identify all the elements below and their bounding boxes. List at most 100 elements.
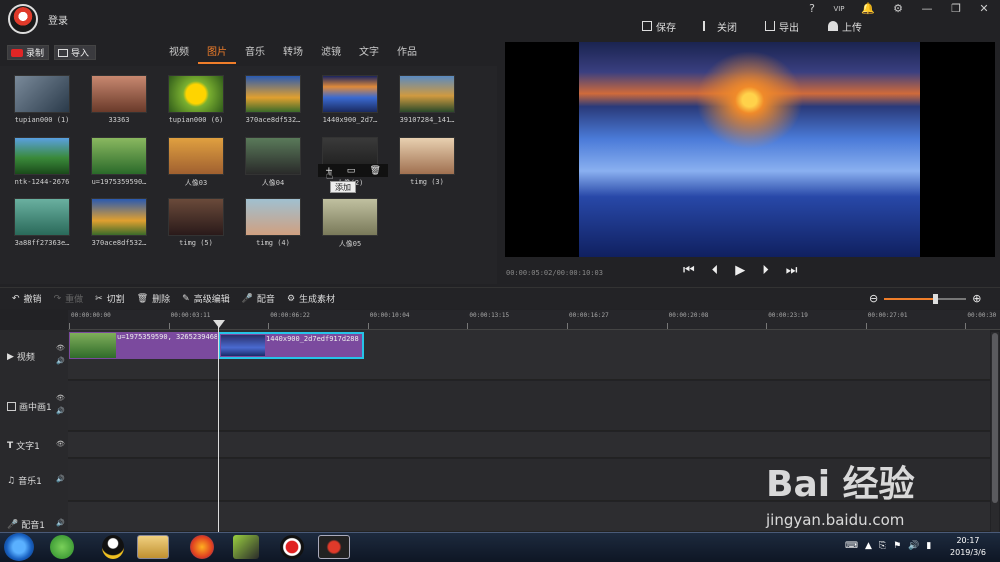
media-thumbnail[interactable]: timg (3)	[392, 137, 462, 187]
track-label-pip: 画中画1	[7, 400, 52, 413]
vip-icon[interactable]: VIP	[830, 2, 848, 16]
volume-icon[interactable]: 🔊	[908, 541, 919, 551]
eye-icon[interactable]: 👁	[56, 440, 65, 448]
step-back-icon[interactable]: ⏴	[712, 263, 719, 278]
zoom-slider-handle[interactable]	[933, 293, 939, 304]
record-button[interactable]: 录制	[7, 45, 49, 60]
media-thumbnail[interactable]: u=1975359590…	[84, 137, 154, 187]
media-thumbnail[interactable]: 人像03	[161, 137, 231, 187]
microphone-icon: 🎤	[241, 293, 253, 304]
tab-text[interactable]: 文字	[350, 44, 388, 64]
thumbnail-caption: 1440x900_2d7…	[322, 116, 378, 124]
media-thumbnail[interactable]: tupian000 (1)	[7, 75, 77, 125]
speaker-icon[interactable]: 🔊	[56, 475, 65, 483]
keyboard-icon[interactable]: ⌨	[845, 541, 858, 551]
music-track-icon: ♫	[7, 475, 16, 486]
zoom-slider[interactable]	[884, 293, 967, 304]
tab-filters[interactable]: 滤镜	[312, 44, 350, 64]
eye-icon[interactable]: 👁	[56, 344, 65, 352]
media-thumbnail[interactable]: 370ace8df532…	[238, 75, 308, 125]
gear-icon[interactable]: ⚙	[889, 2, 907, 16]
timeline-ruler[interactable]: 00:00:00:00 00:00:03:11 00:00:06:22 00:00:1…	[68, 310, 1000, 330]
playhead-handle[interactable]	[213, 320, 225, 328]
speaker-icon[interactable]: 🔊	[56, 357, 65, 365]
media-thumbnail[interactable]: 33363	[84, 75, 154, 125]
thumbnail-caption: 370ace8df532…	[245, 116, 301, 124]
maximize-icon[interactable]: ❐	[947, 2, 965, 16]
flag-icon[interactable]: ⚑	[893, 541, 901, 551]
thumbnail-image	[168, 198, 224, 236]
import-button[interactable]: 导入	[54, 45, 96, 60]
skip-start-icon[interactable]: ⏮	[683, 263, 695, 278]
timeline-clip[interactable]: u=1975359590, 3265239468	[69, 332, 218, 359]
speaker-icon[interactable]: 🔊	[56, 519, 65, 527]
video-app-icon[interactable]	[233, 535, 259, 559]
zoom-in-icon[interactable]: ⊕	[972, 292, 981, 305]
media-thumbnail[interactable]: 39107284_141…	[392, 75, 462, 125]
save-button[interactable]: 保存	[642, 18, 676, 34]
ruler-label: 00:00:03:11	[170, 312, 211, 319]
export-button[interactable]: 导出	[765, 18, 799, 34]
advanced-edit-button[interactable]: ✎ 高级编辑	[182, 292, 230, 306]
bell-icon[interactable]: 🔔	[859, 2, 877, 16]
thumbnail-image	[91, 137, 147, 175]
timeline-clip-selected[interactable]: 1440x900_2d7edf917d288	[218, 332, 364, 359]
trash-icon[interactable]: 🗑	[369, 166, 380, 176]
voiceover-button[interactable]: 🎤 配音	[241, 292, 275, 306]
thumbnail-caption: timg (4)	[256, 239, 290, 247]
media-thumbnail[interactable]: timg (4)	[238, 198, 308, 248]
video-editor-taskbar-icon[interactable]	[318, 535, 350, 559]
tab-works[interactable]: 作品	[388, 44, 426, 64]
trash-icon: 🗑	[136, 293, 149, 304]
media-thumbnail[interactable]: ntk-1244-2676	[7, 137, 77, 187]
close-project-button[interactable]: 关闭	[703, 18, 737, 34]
media-thumbnail[interactable]: 人像04	[238, 137, 308, 187]
playhead[interactable]	[218, 322, 219, 532]
qq-icon[interactable]	[102, 535, 124, 559]
edit-toolbar: ↶ 撤销 ↷ 重做 ✂ 切割 🗑 删除 ✎ 高级编辑 🎤 配音 ⚙ 生成素材	[0, 287, 1000, 309]
recorder-icon[interactable]	[280, 535, 304, 559]
upload-button[interactable]: 上传	[828, 18, 862, 34]
thumbnail-image	[14, 75, 70, 113]
minimize-icon[interactable]: —	[918, 2, 936, 16]
skip-end-icon[interactable]: ⏭	[786, 263, 798, 278]
clip-thumbnail	[221, 335, 265, 356]
redo-button[interactable]: ↷ 重做	[54, 292, 84, 306]
media-thumbnail[interactable]: 人像05	[315, 198, 385, 248]
browser-360-icon[interactable]	[50, 535, 74, 559]
media-thumbnail[interactable]: 1440x900_2d7…	[315, 75, 385, 125]
thumbnail-caption: 人像05	[338, 240, 362, 248]
login-link[interactable]: 登录	[48, 12, 68, 27]
preview-icon[interactable]: ▭	[347, 166, 356, 176]
zoom-slider-fill	[884, 297, 936, 300]
tray-expand-icon[interactable]: ▲	[865, 541, 872, 551]
taskbar-clock[interactable]: 20:17 2019/3/6	[938, 535, 998, 559]
start-button[interactable]	[4, 533, 34, 561]
network-icon[interactable]: ▮	[926, 541, 931, 551]
tab-transitions[interactable]: 转场	[274, 44, 312, 64]
cut-button[interactable]: ✂ 切割	[95, 292, 125, 306]
usb-icon[interactable]: ⎘	[879, 541, 886, 551]
media-thumbnail[interactable]: 3a88ff27363e…	[7, 198, 77, 248]
media-thumbnail[interactable]: timg (5)	[161, 198, 231, 248]
firefox-icon[interactable]	[190, 535, 214, 559]
speaker-icon[interactable]: 🔊	[56, 407, 65, 415]
eye-icon[interactable]: 👁	[56, 394, 65, 402]
tab-images[interactable]: 图片	[198, 44, 236, 64]
media-thumbnail[interactable]: 370ace8df532…	[84, 198, 154, 248]
file-explorer-icon[interactable]	[137, 535, 169, 559]
help-icon[interactable]: ?	[803, 2, 821, 16]
pencil-icon: ✎	[182, 293, 190, 304]
play-icon[interactable]: ▶	[735, 263, 745, 278]
zoom-out-icon[interactable]: ⊖	[869, 292, 878, 305]
generate-asset-button[interactable]: ⚙ 生成素材	[287, 292, 335, 306]
tab-music[interactable]: 音乐	[236, 44, 274, 64]
tab-video[interactable]: 视频	[160, 44, 198, 64]
pip-track-lane[interactable]	[68, 381, 990, 431]
delete-button[interactable]: 🗑 删除	[136, 292, 170, 306]
close-icon[interactable]: ✕	[975, 2, 993, 16]
thumbnail-image	[14, 137, 70, 175]
step-forward-icon[interactable]: ⏵	[762, 263, 769, 278]
media-thumbnail[interactable]: tupian000 (6)	[161, 75, 231, 125]
undo-button[interactable]: ↶ 撤销	[12, 292, 42, 306]
